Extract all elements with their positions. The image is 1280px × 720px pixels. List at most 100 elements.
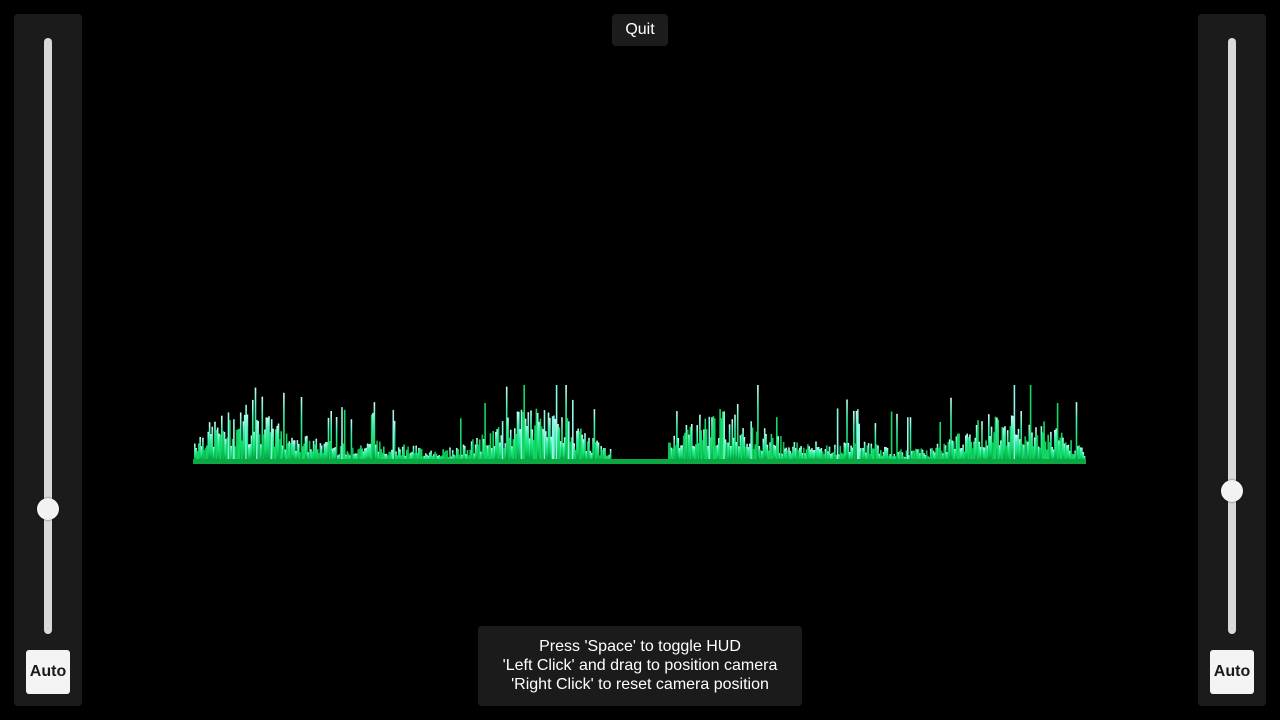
right-auto-button[interactable]: Auto (1210, 650, 1254, 694)
spectrum-bar (1010, 415, 1013, 461)
spectrum-bar (539, 418, 542, 461)
spectrum-bar (482, 439, 485, 461)
spectrum-bar (582, 439, 585, 461)
spectrum-bar (323, 443, 326, 461)
spectrum-bar (339, 446, 342, 461)
spectrum-bar (260, 444, 262, 461)
spectrum-bar (857, 409, 859, 461)
spectrum-bar (703, 429, 705, 461)
spectrum-bar (230, 445, 232, 461)
left-auto-button[interactable]: Auto (26, 650, 70, 694)
right-vertical-slider-track[interactable] (1228, 38, 1236, 634)
spectrum-bar (970, 441, 972, 461)
spectrum-bar (730, 446, 732, 461)
spectrum-bar (997, 419, 999, 461)
spectrum-bar (676, 411, 678, 461)
right-slider-thumb[interactable] (1221, 479, 1243, 502)
spectrum-bar (329, 441, 331, 461)
spectrum-bar (542, 429, 544, 461)
spectrum-bar (272, 428, 274, 461)
spectrum-bar (493, 446, 496, 461)
spectrum-bar (520, 409, 523, 461)
spectrum-bar (754, 444, 756, 461)
spectrum-bar (350, 419, 353, 461)
spectrum-bar (550, 436, 552, 461)
spectrum-bar (992, 442, 994, 461)
spectrum-bar (320, 445, 323, 461)
spectrum-bar (343, 409, 346, 461)
spectrum-bar (751, 427, 754, 461)
spectrum-bar (563, 437, 566, 461)
spectrum-bar (1005, 445, 1008, 461)
spectrum-bar (296, 440, 299, 461)
spectrum-bar (867, 443, 870, 461)
spectrum-bar (875, 444, 878, 461)
spectrum-bar (499, 442, 501, 461)
left-vertical-slider-track[interactable] (44, 38, 52, 634)
spectrum-bar (746, 443, 748, 461)
spectrum-bar (686, 429, 689, 461)
spectrum-bar (713, 418, 716, 461)
spectrum-bar (943, 443, 945, 461)
spectrum-bar (1043, 421, 1045, 461)
spectrum-bar (415, 445, 417, 461)
audio-spectrum-visualizer[interactable] (0, 0, 1280, 720)
spectrum-bar (1048, 442, 1051, 461)
spectrum-bar (1019, 439, 1021, 461)
spectrum-bar (948, 439, 951, 461)
spectrum-bar (257, 421, 259, 461)
spectrum-bar (890, 411, 893, 461)
spectrum-bar (967, 436, 970, 461)
spectrum-bar (312, 440, 315, 461)
spectrum-bar (372, 412, 374, 461)
spectrum-bar (716, 444, 719, 461)
spectrum-bar (509, 429, 512, 461)
spectrum-bar (214, 421, 216, 461)
help-line-space: Press 'Space' to toggle HUD (539, 638, 741, 655)
spectrum-bar (851, 447, 854, 461)
spectrum-bar (536, 413, 539, 461)
spectrum-bar (291, 437, 293, 461)
quit-button[interactable]: Quit (612, 14, 668, 46)
spectrum-bar (1051, 447, 1053, 461)
spectrum-bar (246, 414, 249, 461)
spectrum-bar (233, 419, 235, 461)
spectrum-bar (464, 445, 466, 461)
spectrum-bar (1075, 402, 1078, 461)
spectrum-bar (366, 443, 369, 461)
spectrum-bar (326, 442, 328, 461)
spectrum-bar (588, 437, 590, 461)
spectrum-bar (1016, 434, 1018, 461)
spectrum-bar (393, 420, 396, 461)
spectrum-bar (577, 428, 579, 461)
spectrum-bar (816, 447, 819, 461)
spectrum-bar (474, 444, 477, 461)
spectrum-bar (711, 417, 713, 461)
spectrum-bar (705, 429, 708, 461)
spectrum-bar (724, 439, 727, 461)
spectrum-bar (553, 415, 555, 461)
spectrum-bar (981, 421, 983, 461)
spectrum-bar (907, 417, 909, 461)
spectrum-bar (488, 445, 490, 461)
spectrum-bar (695, 444, 697, 461)
spectrum-bar (722, 411, 724, 461)
spectrum-bar (681, 445, 684, 461)
spectrum-bar (401, 446, 404, 461)
left-slider-panel: Auto (14, 14, 82, 706)
spectrum-bar (558, 427, 561, 461)
spectrum-bar (315, 438, 318, 461)
spectrum-bar (460, 418, 462, 461)
spectrum-bar (1027, 441, 1029, 461)
spectrum-bar (512, 439, 515, 461)
spectrum-bar (206, 445, 208, 461)
spectrum-bar (485, 445, 488, 461)
spectrum-bar (342, 443, 345, 461)
spectrum-bar (989, 436, 991, 461)
spectrum-bar (738, 446, 740, 461)
spectrum-bar (884, 446, 886, 461)
left-slider-thumb[interactable] (37, 497, 59, 520)
spectrum-bar (547, 412, 550, 461)
spectrum-bar (1021, 443, 1024, 461)
spectrum-bar (1024, 436, 1026, 461)
